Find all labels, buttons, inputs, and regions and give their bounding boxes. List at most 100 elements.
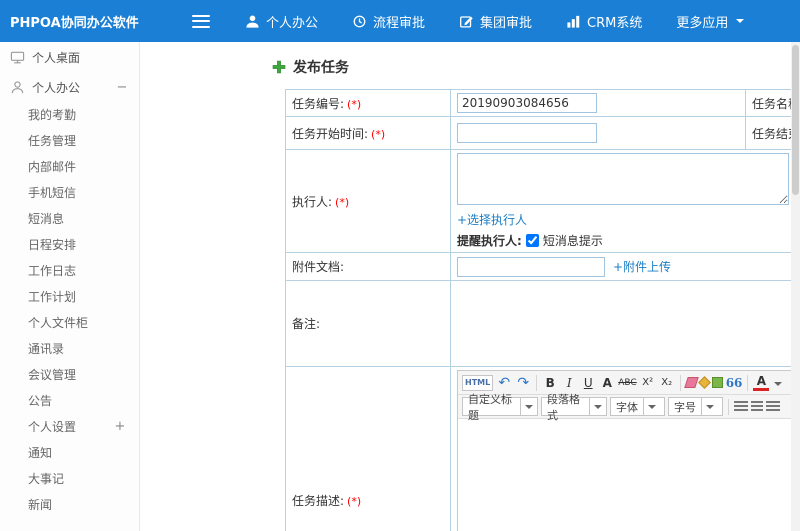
align-center-icon[interactable] (751, 401, 763, 412)
edit-square-icon (460, 15, 473, 28)
chevron-down-icon[interactable] (774, 381, 783, 390)
editor-toolbar-row2: 自定义标题 段落格式 字体 字号 (458, 393, 792, 422)
font-size-dropdown[interactable]: 字号 (668, 397, 723, 416)
attachment-label: 附件文档: (292, 260, 345, 274)
toolbar-separator (728, 398, 729, 415)
sidebar-item-work-plan[interactable]: 工作计划 (0, 284, 139, 310)
sidebar-item-attendance[interactable]: 我的考勤 (0, 102, 139, 128)
bold-button[interactable]: B (542, 374, 558, 392)
toolbar-separator (536, 374, 538, 391)
italic-button[interactable]: I (561, 374, 577, 392)
chevron-down-icon (706, 404, 714, 413)
sidebar-item-contacts[interactable]: 通讯录 (0, 336, 139, 362)
sidebar: 个人桌面 个人办公 − 我的考勤 任务管理 内部邮件 手机短信 短消息 日程安排… (0, 42, 140, 531)
attachment-upload-link[interactable]: +附件上传 (613, 258, 671, 275)
strikethrough-button[interactable]: ABC (618, 374, 636, 392)
label-cell: 备注: (285, 280, 451, 367)
sidebar-item-news[interactable]: 新闻 (0, 492, 139, 518)
bar-chart-icon (567, 15, 580, 28)
editor-content-area[interactable] (458, 419, 792, 531)
vertical-scrollbar[interactable] (791, 42, 800, 531)
sidebar-item-personal-office[interactable]: 个人办公 − (0, 72, 139, 102)
start-time-input[interactable] (457, 123, 597, 143)
sidebar-item-meeting[interactable]: 会议管理 (0, 362, 139, 388)
paint-icon[interactable] (711, 377, 723, 388)
font-button[interactable]: A (599, 374, 615, 392)
task-number-label: 任务编号: (292, 96, 345, 111)
format-brush-icon[interactable] (697, 376, 711, 389)
value-cell (450, 116, 746, 150)
sidebar-item-events[interactable]: 大事记 (0, 466, 139, 492)
toolbar-separator (747, 374, 749, 391)
hamburger-menu-icon[interactable] (192, 14, 210, 28)
nav-crm-system[interactable]: CRM系统 (549, 0, 659, 42)
font-color-button[interactable]: A (753, 374, 770, 391)
required-mark: (*) (335, 195, 350, 209)
form-row-description: 任务描述: (*) HTML ↶ ↷ B I U A ABC X² X₂ 66 … (285, 366, 800, 531)
clock-icon (353, 15, 366, 27)
align-left-icon[interactable] (734, 401, 748, 412)
page-title-bar: 发布任务 (272, 57, 800, 77)
sidebar-item-label: 个人办公 (32, 80, 81, 95)
sidebar-item-announcement[interactable]: 公告 (0, 388, 139, 414)
sidebar-item-desktop[interactable]: 个人桌面 (0, 42, 139, 72)
form-row-time: 任务开始时间:(*) 任务结束时间:(*) (285, 116, 800, 150)
task-number-input[interactable] (457, 93, 597, 113)
chevron-down-icon (736, 19, 745, 27)
expand-icon[interactable]: + (113, 414, 127, 440)
redo-icon[interactable]: ↷ (515, 374, 531, 392)
eraser-icon[interactable] (683, 377, 699, 388)
executor-textarea[interactable] (457, 153, 789, 205)
dropdown-label: 段落格式 (547, 392, 580, 422)
nav-group-approval[interactable]: 集团审批 (442, 0, 549, 42)
nav-more-apps[interactable]: 更多应用 (659, 0, 761, 42)
publish-task-form: 任务编号:(*) 任务名称:(*) 任务开始时间:(*) 任务结束时间:(*) (285, 89, 800, 531)
collapse-icon[interactable]: − (115, 80, 129, 95)
align-right-icon[interactable] (766, 401, 780, 412)
label-cell: 附件文档: (285, 252, 451, 281)
sidebar-item-sms[interactable]: 手机短信 (0, 180, 139, 206)
sidebar-item-work-log[interactable]: 工作日志 (0, 258, 139, 284)
undo-icon[interactable]: ↶ (496, 374, 512, 392)
choose-executor-link[interactable]: +选择执行人 (457, 213, 527, 227)
attachment-input[interactable] (457, 256, 605, 277)
superscript-button[interactable]: X² (640, 374, 656, 392)
sidebar-item-file-cabinet[interactable]: 个人文件柜 (0, 310, 139, 336)
nav-label: CRM系统 (587, 15, 643, 31)
nav-label: 更多应用 (676, 15, 729, 31)
sms-remind-checkbox[interactable] (525, 234, 539, 247)
required-mark: (*) (347, 97, 362, 111)
font-family-dropdown[interactable]: 字体 (610, 397, 665, 416)
subscript-button[interactable]: X₂ (659, 374, 675, 392)
app-logo[interactable]: PHPOA协同办公软件 (0, 12, 150, 31)
chevron-down-icon (594, 404, 602, 413)
required-mark: (*) (371, 127, 386, 141)
sidebar-item-settings[interactable]: 个人设置 + (0, 414, 139, 440)
nav-personal-office[interactable]: 个人办公 (228, 0, 335, 42)
sidebar-item-schedule[interactable]: 日程安排 (0, 232, 139, 258)
label-cell: 任务编号: (*) (285, 89, 451, 117)
custom-heading-dropdown[interactable]: 自定义标题 (462, 393, 538, 422)
html-source-button[interactable]: HTML (462, 374, 494, 391)
scrollbar-thumb[interactable] (792, 45, 799, 195)
form-row-task-number: 任务编号:(*) 任务名称:(*) (285, 89, 800, 117)
sidebar-item-short-message[interactable]: 短消息 (0, 206, 139, 232)
label-cell: 任务开始时间: (*) (285, 116, 451, 150)
sidebar-item-label: 个人桌面 (32, 50, 81, 65)
remark-textarea[interactable] (457, 284, 800, 360)
nav-label: 个人办公 (266, 15, 319, 31)
form-row-attachment: 附件文档: +附件上传 (285, 252, 800, 281)
value-cell: HTML ↶ ↷ B I U A ABC X² X₂ 66 A 自定义标题 段落… (450, 366, 800, 531)
sidebar-item-task-management[interactable]: 任务管理 (0, 128, 139, 154)
page-title: 发布任务 (293, 60, 349, 76)
label-cell: 任务描述: (*) (285, 366, 451, 531)
person-icon (246, 15, 259, 28)
value-cell: +选择执行人 提醒执行人: 短消息提示 (450, 149, 800, 253)
dropdown-label: 字号 (674, 400, 696, 414)
blockquote-button[interactable]: 66 (726, 374, 743, 392)
paragraph-format-dropdown[interactable]: 段落格式 (541, 393, 607, 422)
underline-button[interactable]: U (580, 374, 596, 392)
sidebar-item-internal-mail[interactable]: 内部邮件 (0, 154, 139, 180)
nav-process-approval[interactable]: 流程审批 (335, 0, 442, 42)
sidebar-item-notice[interactable]: 通知 (0, 440, 139, 466)
